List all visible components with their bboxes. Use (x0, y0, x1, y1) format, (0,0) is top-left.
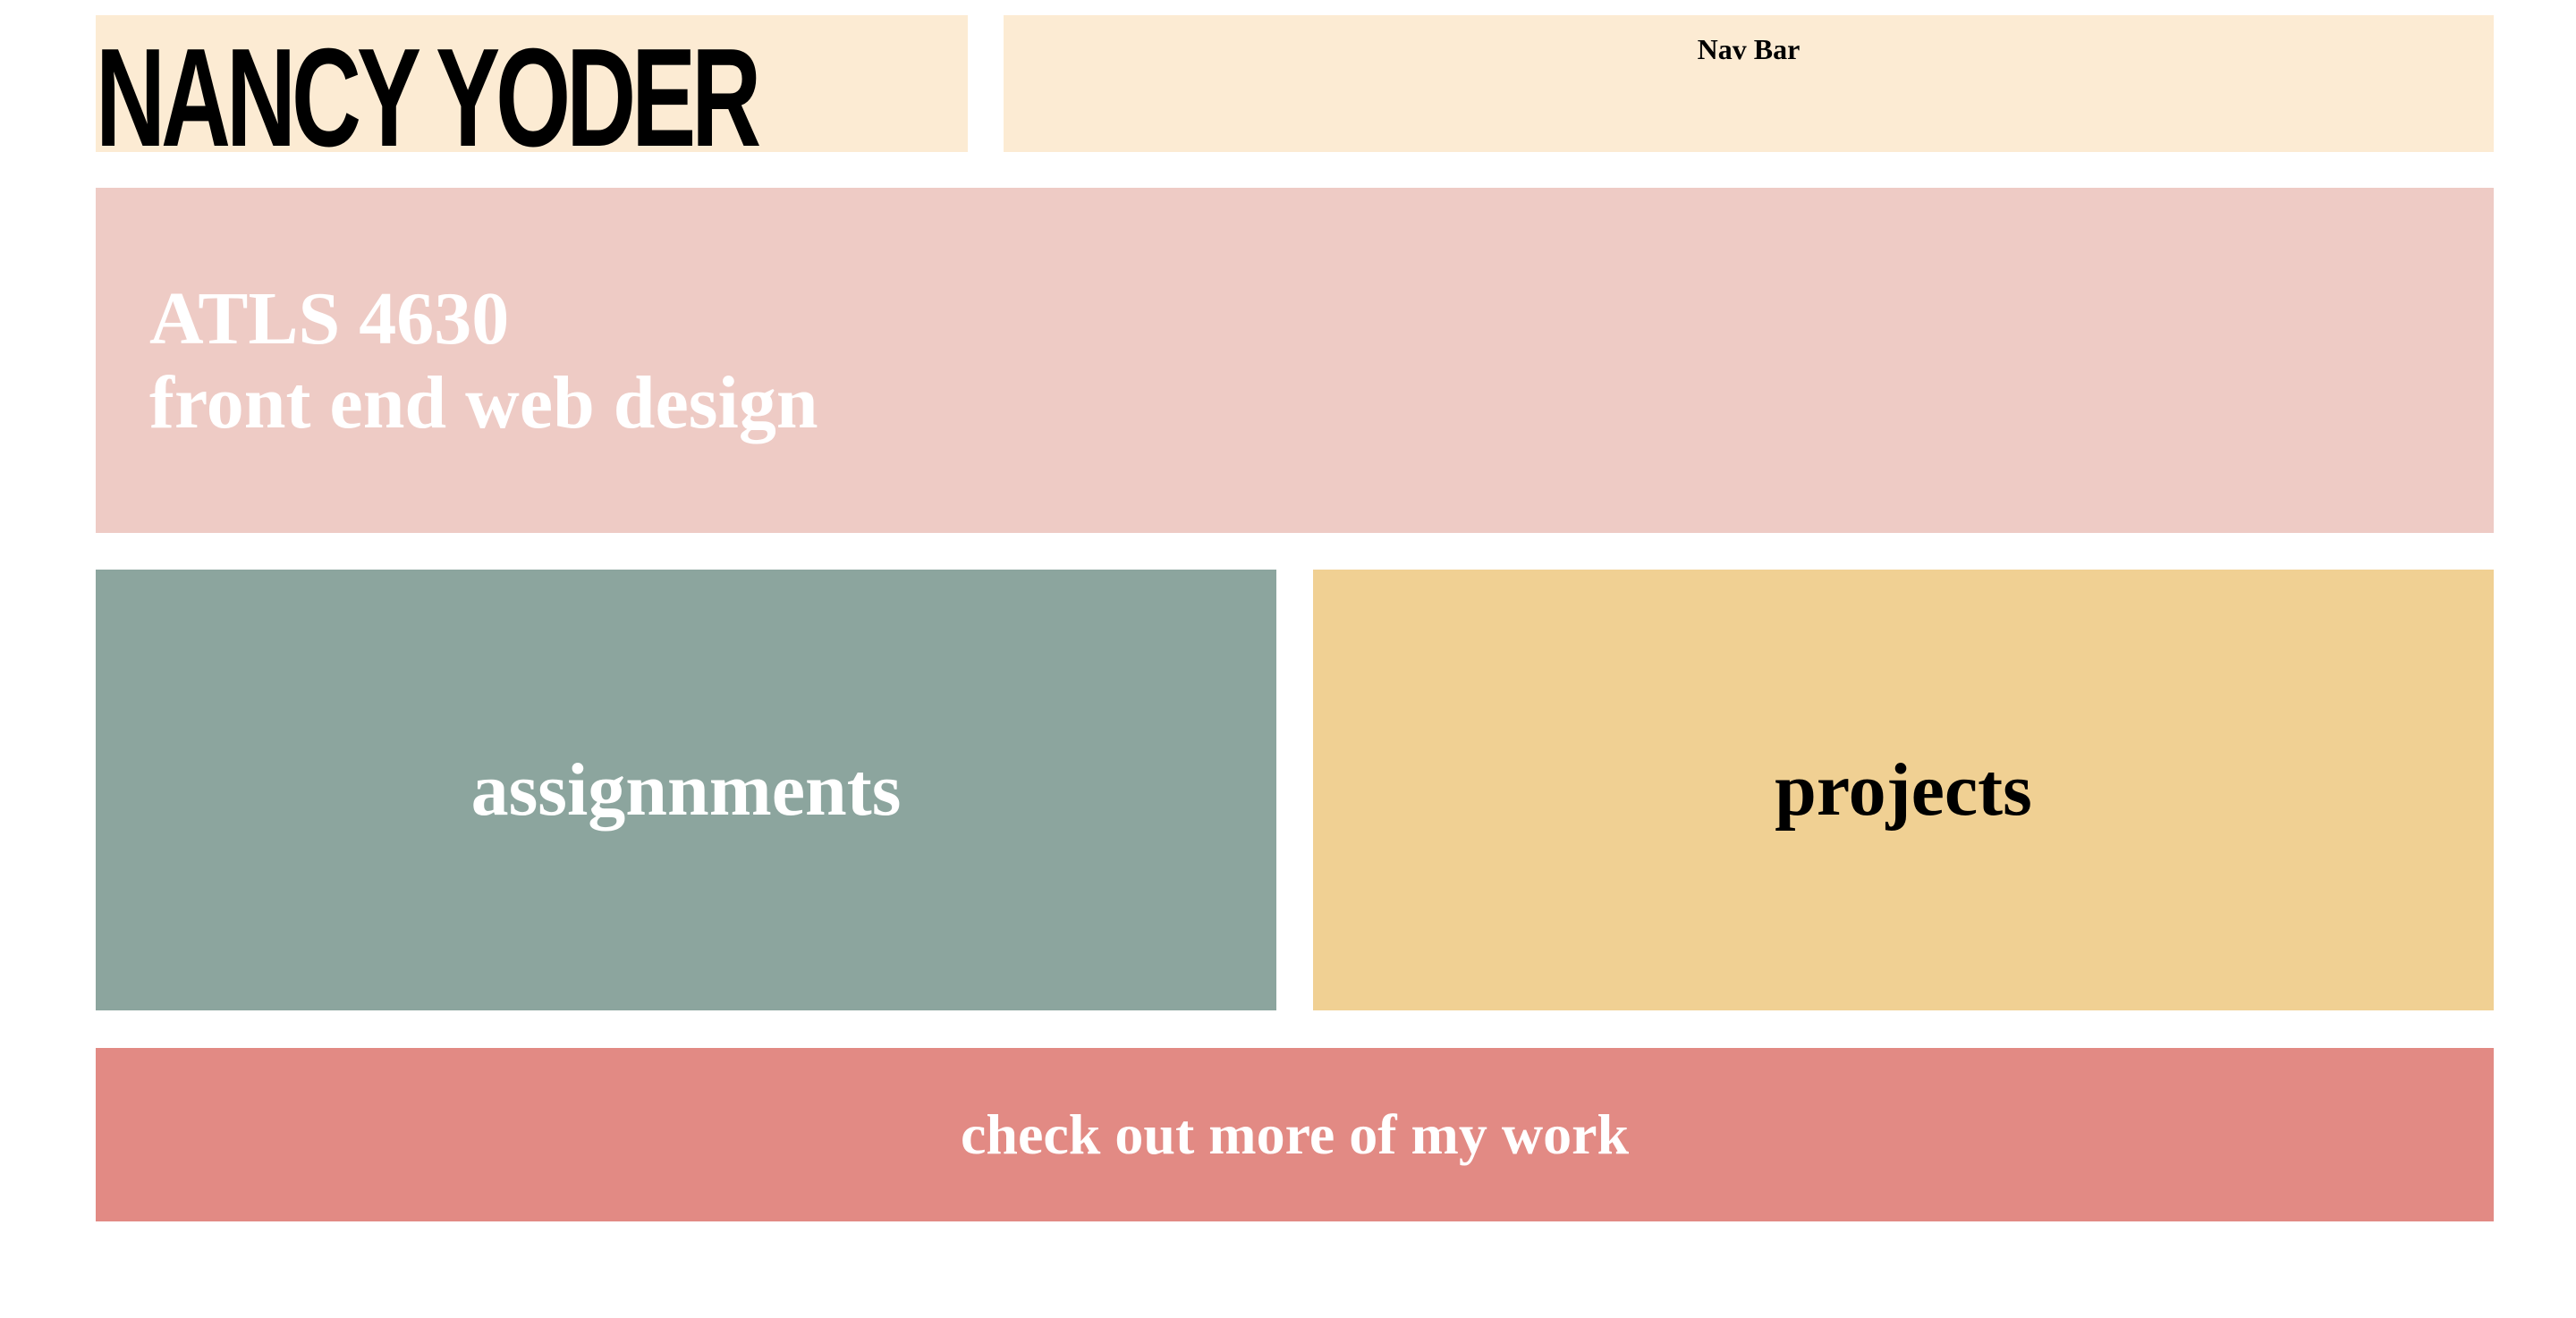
nav-bar-label: Nav Bar (1697, 33, 1801, 65)
site-title: NANCY YODER (96, 18, 761, 152)
assignments-card[interactable]: assignnments (96, 570, 1276, 1010)
assignments-label: assignnments (470, 748, 902, 832)
course-code: ATLS 4630 (149, 277, 510, 360)
more-work-banner[interactable]: check out more of my work (96, 1048, 2494, 1221)
hero-banner: ATLS 4630 front end web design (96, 188, 2494, 533)
more-work-label: check out more of my work (960, 1103, 1630, 1166)
nav-bar[interactable]: Nav Bar (1004, 15, 2494, 152)
projects-label: projects (1775, 748, 2032, 832)
course-title: front end web design (149, 361, 818, 444)
logo-header: NANCY YODER (96, 15, 968, 152)
projects-card[interactable]: projects (1313, 570, 2494, 1010)
